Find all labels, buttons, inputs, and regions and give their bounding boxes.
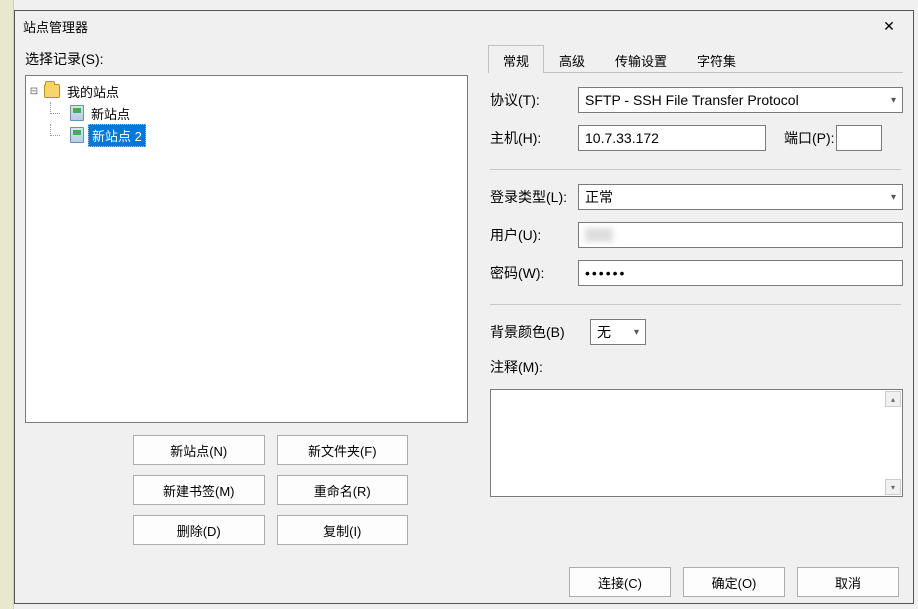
tree-item-label-selected: 新站点 2 <box>88 124 146 147</box>
logon-type-select[interactable]: 正常 ▾ <box>578 184 903 210</box>
comment-wrapper: ▴ ▾ <box>490 389 903 497</box>
divider <box>490 169 901 170</box>
bgcolor-value: 无 <box>597 322 611 342</box>
delete-button[interactable]: 删除(D) <box>133 515 265 545</box>
divider <box>490 304 901 305</box>
title-bar: 站点管理器 ✕ <box>15 11 913 41</box>
tab-charset[interactable]: 字符集 <box>682 45 751 72</box>
scroll-up-button[interactable]: ▴ <box>885 391 901 407</box>
new-folder-button[interactable]: 新文件夹(F) <box>277 435 409 465</box>
password-input[interactable]: •••••• <box>578 260 903 286</box>
tree-root-row[interactable]: ⊟ 我的站点 <box>28 80 465 102</box>
comment-label: 注释(M): <box>490 357 578 377</box>
chevron-down-icon: ▾ <box>891 192 896 203</box>
server-icon <box>70 105 84 121</box>
protocol-value: SFTP - SSH File Transfer Protocol <box>585 92 799 108</box>
cancel-button[interactable]: 取消 <box>797 567 899 597</box>
password-label: 密码(W): <box>490 263 578 283</box>
expander-icon[interactable]: ⊟ <box>28 85 40 97</box>
left-panel: 选择记录(S): ⊟ 我的站点 新站点 新站点 2 <box>25 45 468 549</box>
right-panel: 常规 高级 传输设置 字符集 协议(T): SFTP - SSH File Tr… <box>468 45 903 549</box>
new-site-button[interactable]: 新站点(N) <box>133 435 265 465</box>
chevron-down-icon: ▾ <box>634 327 639 338</box>
new-bookmark-button[interactable]: 新建书签(M) <box>133 475 265 505</box>
protocol-label: 协议(T): <box>490 90 578 110</box>
user-value-obscured <box>585 228 613 242</box>
background-strip <box>0 0 14 609</box>
bgcolor-select[interactable]: 无 ▾ <box>590 319 646 345</box>
tab-advanced[interactable]: 高级 <box>544 45 600 72</box>
logon-type-value: 正常 <box>585 187 613 207</box>
host-input[interactable] <box>578 125 766 151</box>
tree-item-label: 新站点 <box>88 103 133 124</box>
logon-type-label: 登录类型(L): <box>490 187 578 207</box>
protocol-select[interactable]: SFTP - SSH File Transfer Protocol ▾ <box>578 87 903 113</box>
close-button[interactable]: ✕ <box>873 18 905 35</box>
user-input[interactable] <box>578 222 903 248</box>
window-title: 站点管理器 <box>23 17 873 36</box>
tab-bar: 常规 高级 传输设置 字符集 <box>488 45 903 73</box>
duplicate-button[interactable]: 复制(I) <box>277 515 409 545</box>
tab-general[interactable]: 常规 <box>488 45 544 72</box>
chevron-down-icon: ▾ <box>891 95 896 106</box>
comment-textarea[interactable] <box>490 389 903 497</box>
site-manager-dialog: 站点管理器 ✕ 选择记录(S): ⊟ 我的站点 新站点 <box>14 10 914 604</box>
host-label: 主机(H): <box>490 128 578 148</box>
left-button-grid: 新站点(N) 新文件夹(F) 新建书签(M) 重命名(R) 删除(D) 复制(I… <box>25 423 468 549</box>
tree-item[interactable]: 新站点 <box>28 102 465 124</box>
scroll-down-button[interactable]: ▾ <box>885 479 901 495</box>
bgcolor-label: 背景颜色(B) <box>490 322 590 342</box>
tab-transfer[interactable]: 传输设置 <box>600 45 682 72</box>
dialog-button-row: 连接(C) 确定(O) 取消 <box>15 557 913 603</box>
connect-button[interactable]: 连接(C) <box>569 567 671 597</box>
general-form: 协议(T): SFTP - SSH File Transfer Protocol… <box>488 73 903 497</box>
ok-button[interactable]: 确定(O) <box>683 567 785 597</box>
port-label: 端口(P): <box>766 128 836 148</box>
tree-line <box>50 124 60 136</box>
folder-icon <box>44 84 60 98</box>
rename-button[interactable]: 重命名(R) <box>277 475 409 505</box>
tree-root-label: 我的站点 <box>64 81 122 102</box>
user-label: 用户(U): <box>490 225 578 245</box>
tree-item[interactable]: 新站点 2 <box>28 124 465 146</box>
port-input[interactable] <box>836 125 882 151</box>
site-tree[interactable]: ⊟ 我的站点 新站点 新站点 2 <box>25 75 468 423</box>
server-icon <box>70 127 84 143</box>
tree-line <box>50 102 60 114</box>
select-record-label: 选择记录(S): <box>25 45 468 75</box>
